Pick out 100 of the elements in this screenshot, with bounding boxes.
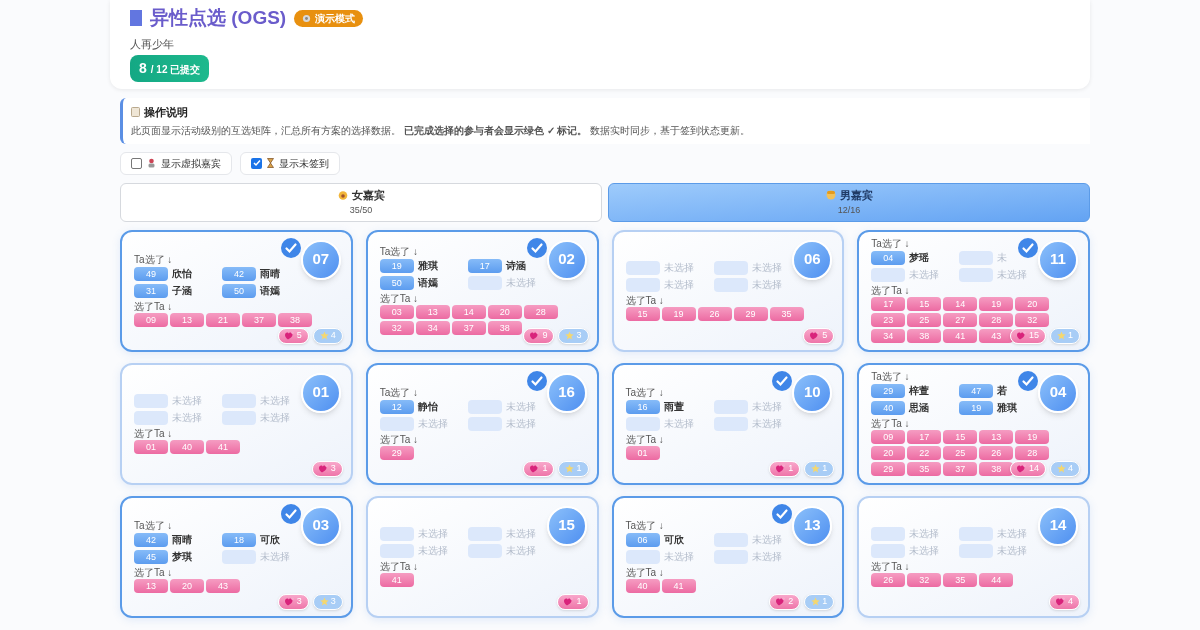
stars-count: 1 bbox=[1068, 328, 1073, 342]
pick-name: 雨萱 bbox=[663, 401, 684, 413]
pick-chip: 19 bbox=[959, 401, 994, 415]
guest-number: 07 bbox=[300, 239, 341, 280]
chooser-chip: 28 bbox=[1015, 446, 1050, 460]
empty-label: 未选择 bbox=[997, 545, 1028, 557]
guest-number: 01 bbox=[300, 372, 341, 413]
pick-name: 可欣 bbox=[260, 534, 280, 546]
filter-toggle[interactable]: 显示虚拟嘉宾 bbox=[120, 151, 232, 175]
chooser-chip: 40 bbox=[170, 440, 204, 454]
chosen-label: 选了Ta ↓ bbox=[871, 561, 910, 573]
tab-count: 12/16 bbox=[837, 204, 861, 217]
picked-label: Ta选了 ↓ bbox=[379, 387, 419, 399]
chooser-chip: 41 bbox=[661, 579, 696, 593]
pick-chip: 06 bbox=[625, 533, 660, 547]
guest-number: 04 bbox=[1038, 372, 1078, 413]
chooser-chip: 38 bbox=[979, 462, 1014, 476]
chooser-chip: 09 bbox=[871, 430, 906, 444]
hearts-count: 5 bbox=[822, 328, 828, 342]
empty-label: 未选择 bbox=[417, 528, 448, 540]
picked-label: Ta选了 ↓ bbox=[625, 387, 664, 399]
chosen-label: 选了Ta ↓ bbox=[871, 285, 910, 297]
chooser-chip: 29 bbox=[871, 462, 906, 476]
empty-label: 未选择 bbox=[417, 418, 448, 430]
chooser-chip: 32 bbox=[907, 573, 942, 587]
pick-name: 梦琪 bbox=[172, 551, 192, 563]
chooser-chip: 29 bbox=[379, 446, 414, 460]
guest-number: 11 bbox=[1038, 239, 1078, 280]
hearts-count: 3 bbox=[296, 594, 302, 608]
empty-label: 未选择 bbox=[751, 279, 782, 291]
empty-label: 未选择 bbox=[909, 528, 940, 540]
pick-name: 梦瑶 bbox=[909, 252, 930, 264]
chooser-chip: 21 bbox=[206, 313, 240, 327]
chooser-chip: 17 bbox=[907, 430, 942, 444]
chosen-label: 选了Ta ↓ bbox=[625, 295, 664, 307]
subtitle: 人再少年 bbox=[130, 36, 174, 52]
picked-label: Ta选了 ↓ bbox=[379, 246, 419, 258]
chooser-chip: 20 bbox=[871, 446, 906, 460]
pick-chip: 18 bbox=[222, 533, 256, 547]
pick-name: 雅琪 bbox=[417, 260, 438, 272]
guest-number: 15 bbox=[546, 505, 587, 546]
pick-chip: 47 bbox=[959, 384, 994, 398]
chosen-label: 选了Ta ↓ bbox=[134, 301, 173, 313]
chooser-chip: 19 bbox=[1015, 430, 1050, 444]
empty-label: 未选择 bbox=[997, 269, 1028, 281]
hearts-count: 2 bbox=[788, 594, 794, 608]
chooser-chip: 29 bbox=[733, 307, 768, 321]
gender-tab[interactable]: 男嘉宾 12/16 bbox=[608, 182, 1090, 222]
instructions-text: 此页面显示活动级别的互选矩阵，汇总所有方案的选择数据。 已完成选择的参与者会显示绿色 ✓ 标记。 数据实时同步，基于签到状态更新。 bbox=[131, 123, 752, 138]
chooser-chip: 38 bbox=[278, 313, 312, 327]
guest-number: 10 bbox=[792, 372, 833, 413]
stars-count: 3 bbox=[576, 328, 582, 342]
guest-number: 03 bbox=[300, 505, 341, 546]
chooser-chip: 38 bbox=[487, 321, 522, 335]
empty-label: 未选择 bbox=[505, 401, 536, 413]
chooser-chip: 28 bbox=[979, 313, 1014, 327]
pick-chip: 16 bbox=[625, 400, 660, 414]
chooser-chip: 35 bbox=[769, 307, 804, 321]
empty-label: 未选择 bbox=[997, 528, 1028, 540]
empty-label: 未选择 bbox=[172, 412, 202, 424]
chosen-label: 选了Ta ↓ bbox=[379, 434, 419, 446]
stars-count: 1 bbox=[822, 594, 828, 608]
chooser-chip: 35 bbox=[907, 462, 942, 476]
gender-tab[interactable]: 女嘉宾 35/50 bbox=[120, 182, 602, 222]
chooser-chip: 26 bbox=[871, 573, 906, 587]
picked-label: Ta选了 ↓ bbox=[134, 254, 173, 266]
chooser-chip: 35 bbox=[943, 573, 978, 587]
guest-number: 02 bbox=[546, 239, 587, 280]
filter-toggle[interactable]: 显示未签到 bbox=[240, 151, 340, 175]
pick-chip: 45 bbox=[134, 550, 168, 564]
chosen-label: 选了Ta ↓ bbox=[625, 567, 664, 579]
hearts-count: 1 bbox=[576, 594, 582, 608]
guest-number: 14 bbox=[1038, 505, 1078, 546]
chooser-chip: 41 bbox=[379, 573, 414, 587]
pick-chip: 50 bbox=[379, 276, 414, 290]
chooser-chip: 13 bbox=[415, 305, 450, 319]
hearts-count: 5 bbox=[296, 328, 302, 342]
hearts-count: 3 bbox=[330, 461, 336, 475]
chooser-chip: 25 bbox=[943, 446, 978, 460]
chooser-chip: 40 bbox=[625, 579, 660, 593]
hearts-count: 14 bbox=[1028, 461, 1039, 475]
chooser-chip: 37 bbox=[451, 321, 486, 335]
pick-chip: 19 bbox=[379, 259, 414, 273]
pick-chip: 31 bbox=[134, 284, 168, 298]
guest-number: 13 bbox=[792, 505, 833, 546]
stars-count: 1 bbox=[822, 461, 828, 475]
page-title: 异性点选 (OGS) bbox=[150, 6, 287, 30]
chooser-chip: 01 bbox=[134, 440, 168, 454]
chooser-chip: 37 bbox=[943, 462, 978, 476]
chooser-chip: 41 bbox=[943, 329, 978, 343]
chooser-chip: 34 bbox=[871, 329, 906, 343]
hearts-count: 9 bbox=[542, 328, 548, 342]
tab-label: 男嘉宾 bbox=[839, 187, 873, 203]
picked-label: Ta选了 ↓ bbox=[134, 520, 173, 532]
picked-label: Ta选了 ↓ bbox=[871, 371, 910, 383]
chosen-label: 选了Ta ↓ bbox=[134, 428, 173, 440]
empty-label: 未选择 bbox=[260, 395, 290, 407]
chosen-label: 选了Ta ↓ bbox=[379, 293, 419, 305]
chooser-chip: 15 bbox=[943, 430, 978, 444]
pick-chip: 40 bbox=[871, 401, 906, 415]
